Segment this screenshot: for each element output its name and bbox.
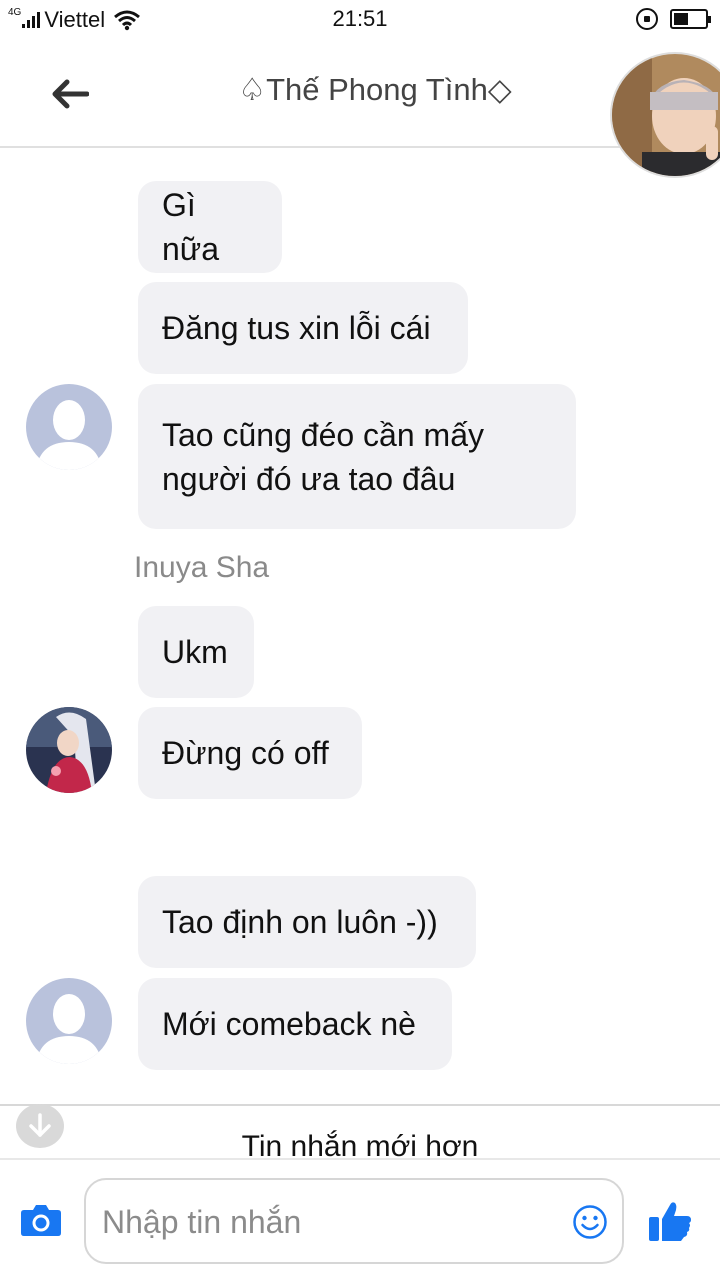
emoji-button[interactable] [572,1204,608,1240]
status-right [636,8,711,30]
message-input[interactable]: Nhập tin nhắn [84,1178,624,1264]
composer-bar: Nhập tin nhắn [0,1158,720,1280]
sender-name: Inuya Sha [134,551,270,584]
like-button[interactable] [648,1200,692,1242]
back-button[interactable] [46,72,94,116]
rotation-lock-icon [636,8,658,30]
newer-messages-link[interactable]: Tin nhắn mới hơn [0,1130,720,1158]
message-bubble[interactable]: Gì nữa [138,181,282,273]
message-text: Ukm [162,634,228,670]
message-text: Mới comeback nè [162,1006,416,1042]
thumbs-up-icon [649,1202,691,1241]
emoji-icon [573,1205,607,1239]
message-bubble[interactable]: Tao định on luôn -)) [138,876,476,968]
message-bubble[interactable]: Tao cũng đéo cần mấy người đó ưa tao đâu [138,384,576,529]
message-text: Đừng có off [162,735,329,771]
message-text-block: Tao cũng đéo cần mấy người đó ưa tao đâu [162,413,484,501]
message-text: Gì nữa [162,187,220,267]
status-bar: 4G Viettel 21:51 [0,0,720,40]
message-text: Đăng tus xin lỗi cái [162,310,431,346]
back-arrow-icon [52,79,89,109]
contact-avatar[interactable] [610,52,720,178]
message-text: Tao định on luôn -)) [162,904,438,940]
battery-icon [670,9,711,29]
sender-avatar[interactable] [26,707,112,793]
message-bubble[interactable]: Mới comeback nè [138,978,452,1070]
message-bubble[interactable]: Đăng tus xin lỗi cái [138,282,468,374]
sender-avatar[interactable] [26,978,112,1064]
camera-button[interactable] [20,1202,62,1238]
message-input-placeholder: Nhập tin nhắn [102,1204,302,1240]
message-bubble[interactable]: Đừng có off [138,707,362,799]
divider [0,1104,720,1106]
conversation-title[interactable]: ♤Thế Phong Tình◇ [150,72,600,108]
camera-icon [21,1205,61,1236]
chat-header: ♤Thế Phong Tình◇ [0,40,720,178]
battery-fill [674,13,688,25]
message-text-line: người đó ưa tao đâu [162,460,456,497]
chat-screen: 4G Viettel 21:51 ♤Thế Phong Tình◇ Gì nữa… [0,0,720,1280]
sender-avatar[interactable] [26,384,112,470]
clock: 21:51 [332,6,388,31]
message-text-line: Tao cũng đéo cần mấy [162,416,484,453]
message-bubble[interactable]: Ukm [138,606,254,698]
